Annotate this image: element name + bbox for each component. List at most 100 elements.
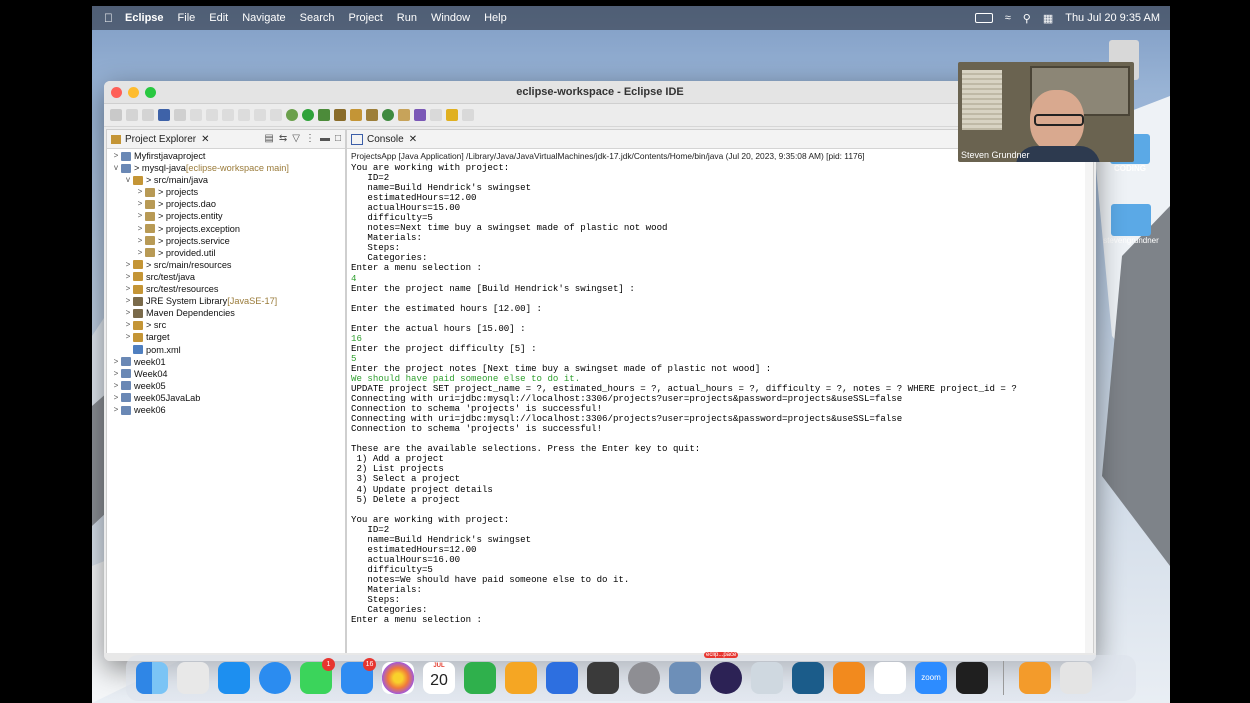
save-icon[interactable] — [126, 109, 138, 121]
chevron-down-icon[interactable]: v — [111, 162, 121, 174]
pages-icon[interactable] — [505, 662, 537, 694]
open-type-icon[interactable] — [398, 109, 410, 121]
link-editor-icon[interactable]: ⇆ — [279, 133, 287, 144]
tree-item[interactable]: > week06 — [107, 404, 345, 416]
tree-item[interactable]: > > projects — [107, 186, 345, 198]
chevron-right-icon[interactable]: > — [123, 259, 133, 271]
chevron-right-icon[interactable]: > — [123, 319, 133, 331]
battery-icon[interactable] — [974, 13, 993, 23]
chevron-right-icon[interactable]: > — [135, 198, 145, 210]
tree-item[interactable]: > week05 — [107, 380, 345, 392]
intellij-icon[interactable] — [833, 662, 865, 694]
chevron-right-icon[interactable]: > — [111, 392, 121, 404]
menu-project[interactable]: Project — [349, 12, 383, 24]
app-menu[interactable]: Eclipse — [125, 12, 164, 24]
spotlight-icon[interactable]: ⚲ — [1023, 12, 1031, 25]
tree-item[interactable]: > > projects.dao — [107, 198, 345, 210]
step-over-icon[interactable] — [254, 109, 266, 121]
tree-item[interactable]: > > src/main/resources — [107, 259, 345, 271]
maximize-view-icon[interactable]: □ — [335, 133, 341, 144]
tree-item[interactable]: v > mysql-java [eclipse-workspace main] — [107, 162, 345, 174]
close-window-button[interactable] — [111, 86, 122, 98]
save-all-icon[interactable] — [142, 109, 154, 121]
calculator-icon[interactable] — [587, 662, 619, 694]
menu-file[interactable]: File — [178, 12, 196, 24]
close-console-tab-icon[interactable]: ✕ — [409, 134, 417, 145]
tree-item[interactable]: > week05JavaLab — [107, 392, 345, 404]
tree-item[interactable]: > Myfirstjavaproject — [107, 150, 345, 162]
slack-icon[interactable] — [874, 662, 906, 694]
tree-item[interactable]: v > src/main/java — [107, 174, 345, 186]
terminate-icon[interactable] — [222, 109, 234, 121]
step-return-icon[interactable] — [270, 109, 282, 121]
tree-item[interactable]: > target — [107, 331, 345, 343]
app-store-icon[interactable] — [218, 662, 250, 694]
launchpad-icon[interactable] — [177, 662, 209, 694]
chevron-right-icon[interactable]: > — [135, 210, 145, 222]
safari-icon[interactable] — [259, 662, 291, 694]
chevron-right-icon[interactable]: > — [123, 307, 133, 319]
messages-icon[interactable]: 1 — [300, 658, 335, 694]
preview-icon[interactable] — [669, 662, 701, 694]
debug-icon[interactable] — [286, 109, 298, 121]
project-explorer-tab[interactable]: Project Explorer ✕ ▤ ⇆ ▽ ⋮ ▬ □ — [107, 130, 345, 149]
chevron-right-icon[interactable]: > — [123, 331, 133, 343]
chevron-right-icon[interactable]: > — [111, 368, 121, 380]
calendar-icon[interactable]: JUL 20 — [423, 662, 455, 694]
suspend-icon[interactable] — [206, 109, 218, 121]
menu-search[interactable]: Search — [300, 12, 335, 24]
tree-item[interactable]: > week01 — [107, 356, 345, 368]
step-into-icon[interactable] — [238, 109, 250, 121]
mail-icon[interactable]: 16 — [341, 658, 376, 694]
external-tools-icon[interactable] — [334, 109, 346, 121]
system-settings-icon[interactable] — [628, 662, 660, 694]
tree-item[interactable]: > > projects.service — [107, 235, 345, 247]
notes-pen-icon[interactable] — [1019, 662, 1051, 694]
tree-item[interactable]: > > projects.entity — [107, 210, 345, 222]
tree-item[interactable]: > src/test/java — [107, 271, 345, 283]
back-icon[interactable] — [446, 109, 458, 121]
menu-navigate[interactable]: Navigate — [242, 12, 285, 24]
apple-menu-icon[interactable]:  — [104, 11, 113, 25]
chevron-right-icon[interactable]: > — [123, 271, 133, 283]
eclipse-icon[interactable]: eclip...pace — [704, 652, 742, 694]
wifi-icon[interactable]: ≈ — [1005, 12, 1011, 24]
trash-icon[interactable] — [1060, 662, 1092, 694]
desktop-icon-home[interactable]: stevengrundner — [1096, 204, 1166, 245]
zoom-icon[interactable]: zoom — [915, 662, 947, 694]
menubar-clock[interactable]: Thu Jul 20 9:35 AM — [1065, 12, 1160, 24]
mysql-workbench-icon[interactable] — [792, 662, 824, 694]
minimize-view-icon[interactable]: ▬ — [320, 133, 330, 144]
chevron-right-icon[interactable]: > — [135, 235, 145, 247]
tortoise-icon[interactable] — [751, 662, 783, 694]
skip-breakpoints-icon[interactable] — [174, 109, 186, 121]
reminders-check-icon[interactable] — [546, 662, 578, 694]
console-output[interactable]: You are working with project: ID=2 name=… — [347, 162, 1093, 625]
tree-item[interactable]: > JRE System Library [JavaSE-17] — [107, 295, 345, 307]
tree-item[interactable]: > Maven Dependencies — [107, 307, 345, 319]
tree-item[interactable]: > > provided.util — [107, 247, 345, 259]
chevron-right-icon[interactable]: > — [123, 283, 133, 295]
window-titlebar[interactable]: eclipse-workspace - Eclipse IDE — [104, 81, 1096, 104]
tree-item[interactable]: > > src — [107, 319, 345, 331]
search-icon[interactable] — [414, 109, 426, 121]
terminal-icon[interactable] — [158, 109, 170, 121]
chevron-down-icon[interactable]: v — [123, 174, 133, 186]
new-class-icon[interactable] — [382, 109, 394, 121]
chevron-right-icon[interactable]: > — [135, 186, 145, 198]
chevron-right-icon[interactable]: > — [111, 404, 121, 416]
resume-icon[interactable] — [190, 109, 202, 121]
run-icon[interactable] — [302, 109, 314, 121]
numbers-icon[interactable] — [464, 662, 496, 694]
chevron-right-icon[interactable]: > — [135, 247, 145, 259]
tree-item[interactable]: > > projects.exception — [107, 223, 345, 235]
chevron-right-icon[interactable]: > — [135, 223, 145, 235]
menu-help[interactable]: Help — [484, 12, 507, 24]
tree-item[interactable]: pom.xml — [107, 344, 345, 356]
minimize-window-button[interactable] — [128, 86, 139, 98]
terminal-app-icon[interactable] — [956, 662, 988, 694]
coverage-icon[interactable] — [318, 109, 330, 121]
annotation-icon[interactable] — [430, 109, 442, 121]
console-scrollbar[interactable] — [1085, 148, 1093, 655]
tree-item[interactable]: > Week04 — [107, 368, 345, 380]
